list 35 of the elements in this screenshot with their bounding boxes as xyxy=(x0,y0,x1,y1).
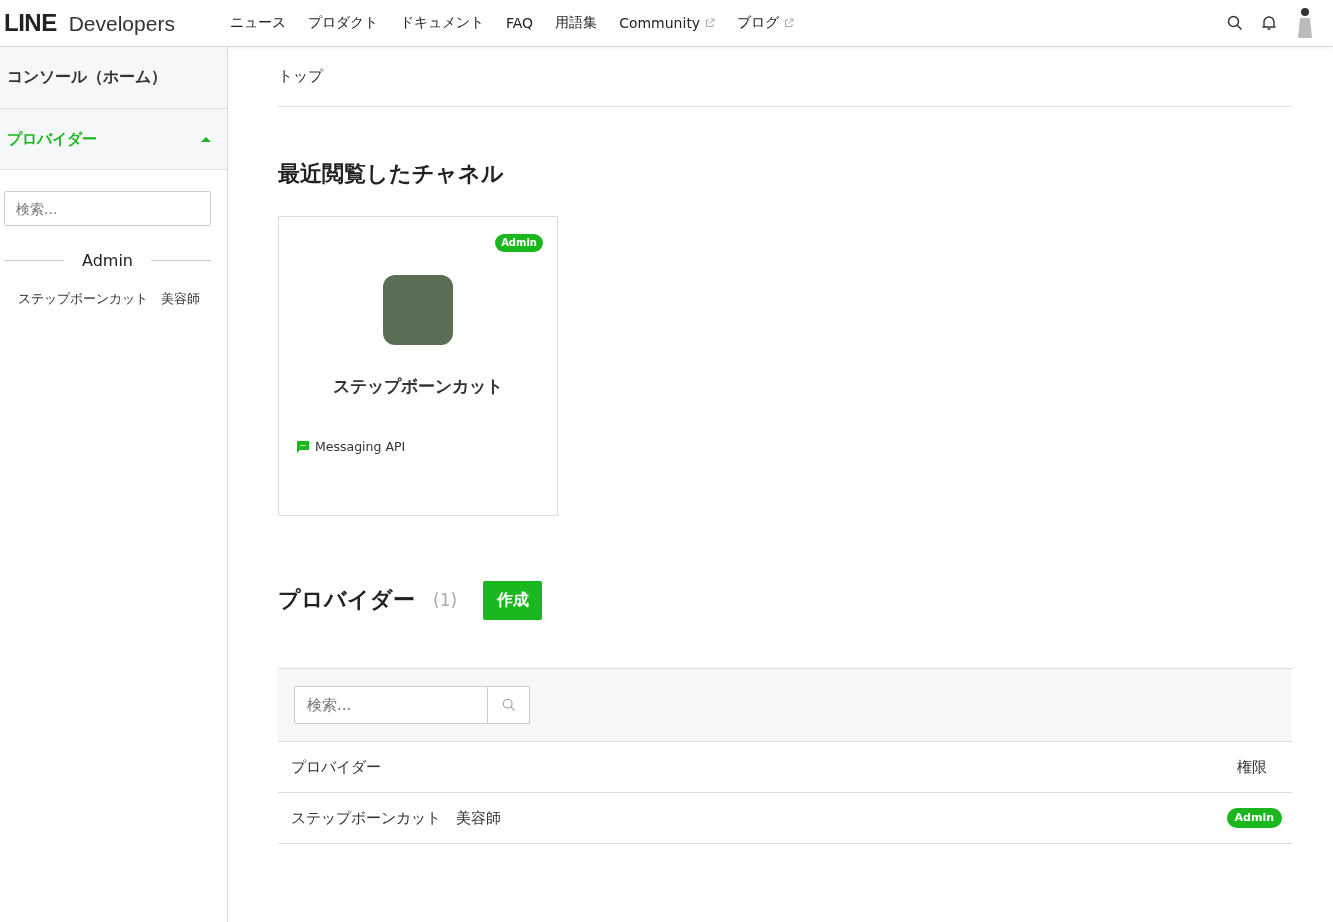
nav-link[interactable]: ニュース xyxy=(230,14,286,32)
search-icon[interactable] xyxy=(1227,15,1243,31)
external-link-icon xyxy=(705,18,716,28)
nav-link[interactable]: ブログ xyxy=(737,14,795,32)
group-label: Admin xyxy=(82,251,133,270)
nav-link[interactable]: プロダクト xyxy=(308,14,378,32)
bell-icon[interactable] xyxy=(1261,15,1277,31)
channel-card[interactable]: Admin ステップボーンカット Messaging API xyxy=(278,216,558,516)
provider-count: (1) xyxy=(433,590,458,610)
section-title: プロバイダー xyxy=(278,586,415,614)
channel-name: ステップボーンカット xyxy=(333,375,503,398)
search-field[interactable]: 検索... xyxy=(4,191,211,226)
nav-link[interactable]: 用語集 xyxy=(555,14,598,32)
avatar-icon[interactable] xyxy=(1295,6,1315,40)
provider-link[interactable]: ステップボーンカット 美容師 xyxy=(4,288,211,309)
caret-icon xyxy=(201,136,211,142)
nav-link[interactable]: FAQ xyxy=(506,14,534,32)
column-header: 権限 xyxy=(1237,757,1267,777)
section-title: プロバイダー xyxy=(7,129,97,149)
nav-link[interactable]: ドキュメント xyxy=(400,14,484,32)
search-field[interactable]: 検索... xyxy=(294,686,488,724)
role-badge: Admin xyxy=(1226,808,1282,828)
photo-placeholder xyxy=(383,275,453,345)
section-title: 最近閲覧したチャネル xyxy=(278,160,505,188)
channel-type: Messaging API xyxy=(315,439,406,454)
search-icon xyxy=(501,698,516,712)
table-cell[interactable]: ステップボーンカット 美容師 xyxy=(291,808,501,828)
breadcrumb[interactable]: トップ xyxy=(278,67,323,86)
sidebar-home-link[interactable]: コンソール（ホーム） xyxy=(0,47,227,109)
column-header: プロバイダー xyxy=(291,757,381,777)
nav-link[interactable]: Community xyxy=(619,14,716,32)
external-link-icon xyxy=(784,18,795,28)
chat-icon xyxy=(297,440,309,453)
role-badge: Admin xyxy=(495,234,543,252)
logo[interactable]: LINE Developers xyxy=(0,9,224,37)
